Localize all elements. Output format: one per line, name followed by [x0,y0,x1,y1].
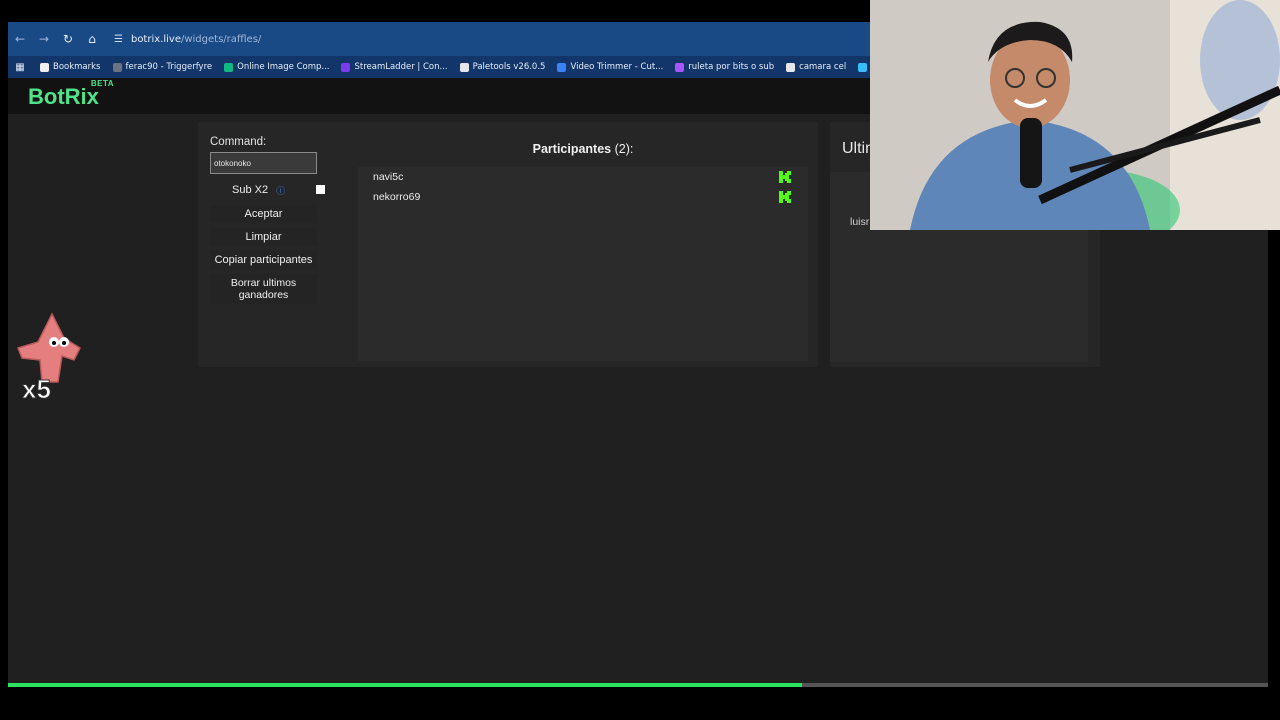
kick-icon [779,191,791,203]
participants-title-text: Participantes [532,142,612,156]
apps-grid-icon[interactable]: ▦ [8,62,32,73]
bookmark-favicon-icon [675,62,685,72]
participants-count: (2): [614,142,634,156]
command-input[interactable] [210,152,317,174]
raffle-panel: Command: Sub X2 ⓘ Aceptar Limpiar Copiar… [198,122,818,367]
patrick-emote-icon: x5 [16,312,81,404]
streamer-webcam-image [870,0,1280,230]
participant-name: nekorro69 [373,191,421,203]
back-icon[interactable]: ← [8,32,32,46]
kick-icon [779,171,791,183]
bookmark-label: Bookmarks [53,62,101,72]
url-host: botrix.live [130,33,181,45]
bookmark-label: ferac90 - Triggerfyre [125,62,213,72]
participant-row: nekorro69 [358,187,808,207]
participant-row: navi5c [358,167,808,187]
beta-badge: BETA [90,78,115,88]
emote-multiplier: x5 [22,374,51,404]
bookmark-item[interactable]: Video Trimmer - Cut... [557,62,663,72]
site-settings-icon[interactable]: ☰ [114,34,123,45]
sub-x2-row: Sub X2 ⓘ [210,180,325,200]
accept-button[interactable]: Aceptar [210,205,317,223]
bookmark-label: Paletools v26.0.5 [472,62,546,72]
bookmark-item[interactable]: Online Image Comp... [224,62,329,72]
bookmark-item[interactable]: ferac90 - Triggerfyre [112,62,213,72]
bookmark-item[interactable]: ruleta por bits o sub [675,62,774,72]
bookmark-label: camara cel [799,62,847,72]
copy-participants-button[interactable]: Copiar participantes [210,251,317,269]
bookmark-item[interactable]: Paletools v26.0.5 [459,62,546,72]
bookmark-favicon-icon [858,62,868,72]
winner-name: luisr [850,216,870,228]
clear-button[interactable]: Limpiar [210,228,317,246]
botrix-logo[interactable]: BotRixBETA [28,79,122,110]
bookmark-item[interactable]: camara cel [786,62,846,72]
participants-title: Participantes (2): [358,142,808,156]
video-progress-bar[interactable] [8,683,1268,687]
sub-x2-label: Sub X2 [232,184,269,196]
bookmark-item[interactable]: Bookmarks [40,62,101,72]
forward-icon[interactable]: → [32,32,56,46]
bookmark-label: Video Trimmer - Cut... [570,62,664,72]
sub-x2-checkbox[interactable] [316,185,325,194]
star-icon [40,62,49,72]
command-label: Command: [210,136,267,148]
reload-icon[interactable]: ↻ [56,32,80,46]
bookmark-item[interactable]: StreamLadder | Con... [341,62,448,72]
info-icon[interactable]: ⓘ [276,184,285,197]
logo-text: BotRix [28,84,99,109]
bookmark-favicon-icon [224,62,234,72]
bookmark-label: StreamLadder | Con... [354,62,448,72]
clear-last-winners-button[interactable]: Borrar ultimos ganadores [210,274,317,304]
participants-list: navi5c nekorro69 [358,167,808,361]
bookmark-label: ruleta por bits o sub [688,62,775,72]
bookmark-favicon-icon [341,62,351,72]
webcam-overlay [870,0,1280,230]
home-icon[interactable]: ⌂ [80,32,104,46]
bookmark-favicon-icon [557,62,567,72]
url-path: /widgets/raffles/ [180,33,262,45]
bookmark-favicon-icon [786,62,796,72]
video-progress-fill [8,683,802,687]
raffle-controls: Command: Sub X2 ⓘ Aceptar Limpiar Copiar… [210,136,325,304]
bookmark-favicon-icon [112,62,122,72]
participant-name: navi5c [373,171,404,183]
bookmark-favicon-icon [459,62,469,72]
url-field[interactable]: ☰ botrix.live/widgets/raffles/ [114,34,261,45]
bookmark-label: Online Image Comp... [237,62,330,72]
